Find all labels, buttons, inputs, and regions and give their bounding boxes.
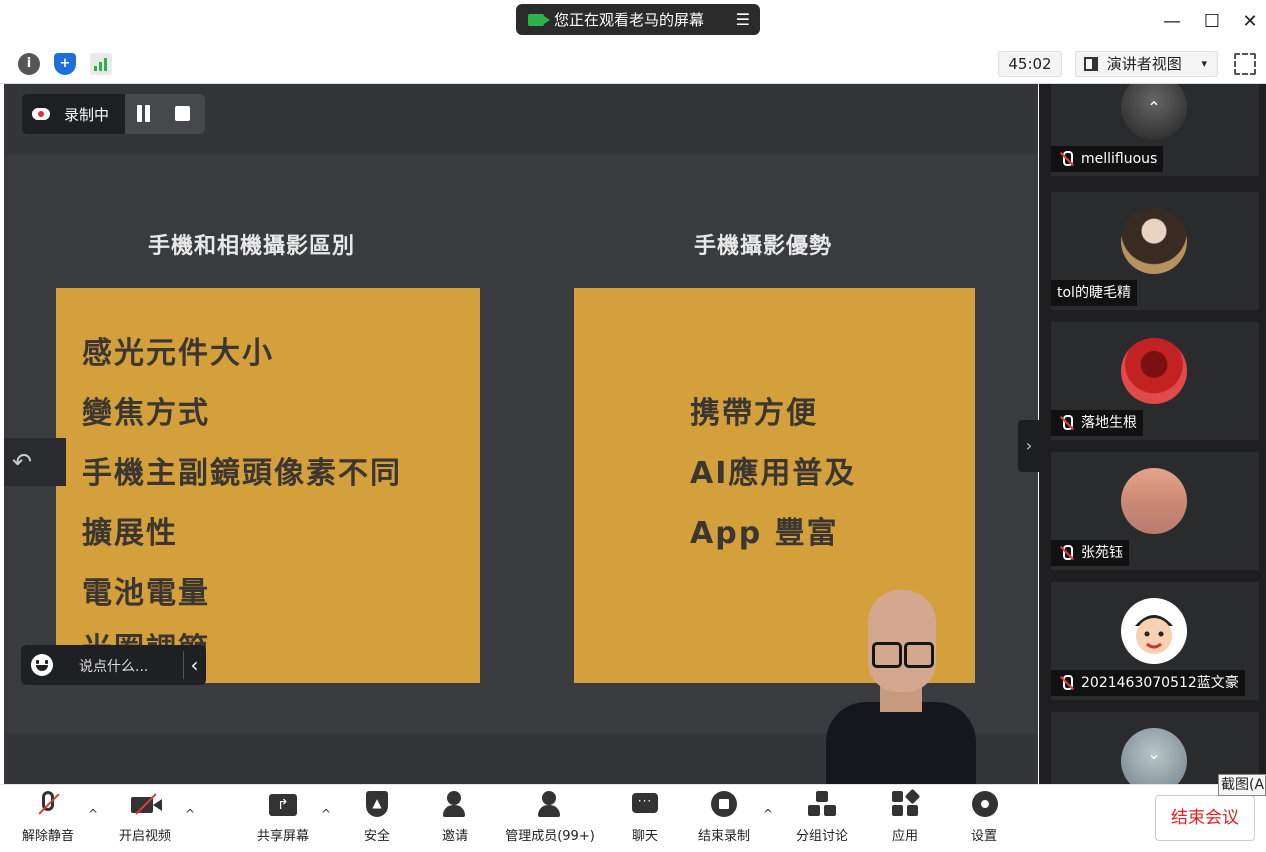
recording-panel: 录制中 — [22, 94, 205, 134]
list-item: 感光元件大小 — [82, 336, 274, 371]
meeting-info-bar: i + 45:02 演讲者视图 ▾ — [0, 44, 1266, 84]
emoji-icon[interactable] — [31, 654, 53, 676]
right-heading: 手機攝影優勢 — [694, 234, 833, 259]
signal-icon[interactable] — [90, 53, 112, 75]
end-meeting-button[interactable]: 结束会议 — [1155, 795, 1255, 841]
pause-icon[interactable] — [135, 105, 153, 123]
chat-icon: ··· — [630, 791, 660, 819]
share-screen-icon: ↱ — [268, 791, 298, 819]
info-icon[interactable]: i — [18, 53, 40, 75]
avatar — [1121, 598, 1187, 664]
chevron-left-icon[interactable]: ‹ — [183, 651, 205, 679]
screenshot-tooltip: 截图(A — [1218, 774, 1266, 796]
speaker-video — [816, 590, 986, 784]
chevron-up-icon[interactable]: ^ — [763, 807, 773, 821]
stop-record-icon — [709, 791, 739, 819]
participant-gallery: mellifluous ⌃ tol的睫毛精 落地生根 张苑钰 202146307… — [1039, 84, 1266, 784]
chevron-up-icon[interactable]: ⌃ — [1139, 98, 1169, 118]
participant-name: mellifluous — [1051, 146, 1164, 172]
sharing-banner-text: 您正在观看老马的屏幕 — [554, 11, 705, 29]
unmute-button[interactable]: 解除静音 — [18, 791, 78, 847]
glasses-icon — [872, 642, 934, 668]
participant-tile[interactable]: 张苑钰 — [1051, 452, 1259, 570]
mic-muted-icon — [1059, 675, 1073, 691]
list-item: 携帶方便 — [690, 396, 818, 431]
undo-icon[interactable]: ↶ — [4, 438, 66, 486]
users-icon — [535, 791, 565, 819]
chevron-up-icon[interactable]: ^ — [321, 807, 331, 821]
list-item: 變焦方式 — [82, 396, 210, 431]
participant-name: 张苑钰 — [1051, 540, 1129, 566]
meeting-timer: 45:02 — [998, 51, 1062, 77]
list-item: 電池電量 — [82, 576, 210, 611]
close-button[interactable]: ✕ — [1238, 10, 1262, 34]
video-off-icon — [130, 791, 162, 819]
view-mode-dropdown[interactable]: 演讲者视图 ▾ — [1075, 51, 1218, 77]
mic-muted-icon — [1059, 151, 1073, 167]
gear-icon — [969, 791, 999, 819]
list-item: 手機主副鏡頭像素不同 — [82, 456, 402, 491]
shared-screen: 手機和相機攝影區別 手機攝影優勢 感光元件大小 變焦方式 手機主副鏡頭像素不同 … — [4, 84, 1040, 784]
chevron-up-icon[interactable]: ^ — [88, 807, 98, 821]
start-video-button[interactable]: 开启视频 — [114, 791, 176, 847]
avatar — [1121, 338, 1187, 404]
chevron-down-icon: ▾ — [1201, 57, 1207, 70]
recording-controls — [125, 94, 205, 134]
chat-button[interactable]: ··· 聊天 — [624, 791, 666, 847]
left-heading: 手機和相機攝影區別 — [148, 234, 356, 259]
settings-button[interactable]: 设置 — [963, 791, 1005, 847]
sharing-banner[interactable]: 您正在观看老马的屏幕 ☰ — [516, 4, 760, 35]
cloud-record-icon — [32, 108, 50, 120]
mic-muted-icon — [1059, 415, 1073, 431]
participant-name: 落地生根 — [1051, 410, 1143, 436]
video-icon — [528, 13, 550, 26]
maximize-button[interactable]: ☐ — [1200, 10, 1224, 34]
stop-icon[interactable] — [175, 106, 190, 121]
shield-icon: ▲ — [362, 791, 392, 819]
add-user-icon — [440, 791, 470, 819]
participant-name: tol的睫毛精 — [1051, 280, 1137, 306]
share-screen-button[interactable]: ↱ 共享屏幕 — [252, 791, 314, 847]
avatar — [1121, 208, 1187, 274]
end-recording-button[interactable]: 结束录制 — [692, 791, 756, 847]
invite-button[interactable]: 邀请 — [434, 791, 476, 847]
participant-tile[interactable]: tol的睫毛精 — [1051, 192, 1259, 310]
participant-name: 2021463070512蓝文豪 — [1051, 670, 1245, 696]
list-icon[interactable]: ☰ — [736, 10, 750, 29]
chat-input[interactable]: 说点什么... ‹ — [21, 645, 206, 685]
chevron-down-icon[interactable]: ⌄ — [1139, 744, 1169, 764]
apps-icon — [890, 788, 921, 819]
participant-tile[interactable]: 2021463070512蓝文豪 — [1051, 582, 1259, 700]
layout-icon — [1084, 57, 1098, 71]
chevron-right-icon[interactable]: › — [1018, 420, 1040, 472]
chevron-up-icon[interactable]: ^ — [185, 807, 195, 821]
chat-placeholder[interactable]: 说点什么... — [79, 656, 148, 676]
list-item: AI應用普及 — [690, 456, 857, 491]
avatar — [1121, 468, 1187, 534]
recording-label: 录制中 — [64, 106, 110, 124]
minimize-button[interactable]: — — [1160, 10, 1184, 34]
list-item: 擴展性 — [82, 516, 178, 551]
list-item: App 豐富 — [690, 516, 839, 551]
left-card: 感光元件大小 變焦方式 手機主副鏡頭像素不同 擴展性 電池電量 光圈調節 — [56, 288, 480, 683]
breakout-icon — [807, 791, 837, 819]
meeting-window: 您正在观看老马的屏幕 ☰ — ☐ ✕ i + 45:02 演讲者视图 ▾ 手機和… — [0, 0, 1266, 852]
shield-icon[interactable]: + — [54, 53, 76, 75]
participant-tile[interactable]: 落地生根 — [1051, 322, 1259, 440]
title-bar: 您正在观看老马的屏幕 ☰ — ☐ ✕ — [0, 0, 1266, 44]
apps-button[interactable]: 应用 — [884, 788, 926, 847]
breakout-rooms-button[interactable]: 分组讨论 — [790, 791, 854, 847]
view-mode-label: 演讲者视图 — [1106, 55, 1182, 73]
security-button[interactable]: ▲ 安全 — [356, 791, 398, 847]
meeting-toolbar: 解除静音 ^ 开启视频 ^ ↱ 共享屏幕 ^ ▲ 安全 邀请 管理成员(99+)… — [0, 784, 1266, 852]
fullscreen-icon[interactable] — [1234, 53, 1256, 75]
manage-participants-button[interactable]: 管理成员(99+) — [500, 791, 600, 847]
mic-muted-icon — [33, 791, 63, 819]
mic-muted-icon — [1059, 545, 1073, 561]
